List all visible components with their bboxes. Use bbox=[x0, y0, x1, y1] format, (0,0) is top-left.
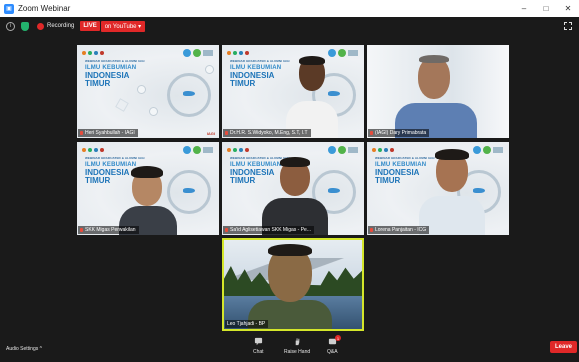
map-icon bbox=[183, 91, 195, 96]
banner-line-3: TIMUR bbox=[230, 176, 256, 185]
participant-nameplate: Dr.H.R. S.Widyoko, M.Eng, S.T, I.T bbox=[223, 129, 311, 137]
muted-mic-icon bbox=[370, 131, 373, 135]
logo-dots bbox=[227, 148, 249, 152]
map-icon bbox=[183, 188, 195, 193]
audio-settings-label: Audio Settings ^ bbox=[6, 346, 42, 352]
raise-hand-button[interactable]: Raise Hand bbox=[284, 337, 310, 355]
participant-nameplate: Lorena Panjaitan - ICG bbox=[368, 226, 430, 234]
partner-logo-icon bbox=[493, 147, 503, 153]
participant-nameplate: SKK Migas Perwakilan bbox=[78, 226, 139, 234]
participant-name: Lorena Panjaitan - ICG bbox=[375, 227, 427, 233]
active-speaker-tile[interactable]: Leo Tjahjadi - BP bbox=[222, 238, 364, 331]
partner-logo-icon bbox=[193, 146, 201, 154]
partner-logo-icon bbox=[193, 49, 201, 57]
muted-mic-icon bbox=[370, 228, 373, 232]
video-grid: WEBINAR GRADUATED & ALUMNI IAGI ILMU KEB… bbox=[0, 0, 579, 362]
partner-logo-icon bbox=[203, 50, 213, 56]
muted-mic-icon bbox=[225, 228, 228, 232]
banner-line-3: TIMUR bbox=[375, 176, 401, 185]
participant-video bbox=[282, 53, 342, 138]
banner-line-3: TIMUR bbox=[85, 79, 111, 88]
participant-name: Sa'id Aglisetiawan SKK Migas - Pe... bbox=[230, 227, 311, 233]
banner-line-3: TIMUR bbox=[230, 79, 256, 88]
logo-dots bbox=[227, 51, 249, 55]
participant-name: Heri Syahbullah - IAGI bbox=[85, 130, 135, 136]
qa-button[interactable]: 1 Q&A bbox=[327, 335, 341, 355]
participant-video bbox=[417, 146, 487, 235]
banner-header: WEBINAR GRADUATED & ALUMNI IAGI bbox=[85, 59, 145, 63]
logo-dots bbox=[82, 51, 104, 55]
participant-name: Dr.H.R. S.Widyoko, M.Eng, S.T, I.T bbox=[230, 130, 308, 136]
meeting-toolbar: Audio Settings ^ Chat Raise Hand 1 Q&A L… bbox=[0, 334, 579, 362]
network-node bbox=[205, 65, 214, 74]
partner-logo-icon bbox=[183, 49, 191, 57]
participant-name: SKK Migas Perwakilan bbox=[85, 227, 136, 233]
participant-nameplate: Sa'id Aglisetiawan SKK Migas - Pe... bbox=[223, 226, 314, 234]
participant-nameplate: Leo Tjahjadi - BP bbox=[225, 320, 269, 328]
participant-name: (IAGI) Dary Primabrata bbox=[375, 130, 427, 136]
webinar-banner: WEBINAR GRADUATED & ALUMNI IAGI ILMU KEB… bbox=[77, 45, 219, 138]
video-tile[interactable]: WEBINAR GRADUATED & ALUMNI IAGI ILMU KEB… bbox=[77, 45, 219, 138]
participant-nameplate: (IAGI) Dary Primabrata bbox=[368, 129, 430, 137]
participant-video bbox=[260, 152, 330, 235]
qa-count-badge: 1 bbox=[335, 335, 341, 341]
muted-mic-icon bbox=[80, 131, 83, 135]
partner-logo-icon bbox=[203, 147, 213, 153]
network-node bbox=[149, 107, 158, 116]
partner-logo-icon bbox=[348, 50, 358, 56]
banner-corner-label: IAGI bbox=[206, 131, 215, 136]
logo-dots bbox=[82, 148, 104, 152]
network-node bbox=[137, 85, 146, 94]
participant-video bbox=[242, 242, 338, 329]
muted-mic-icon bbox=[80, 228, 83, 232]
video-tile[interactable]: (IAGI) Dary Primabrata bbox=[367, 45, 509, 138]
participant-name: Leo Tjahjadi - BP bbox=[227, 321, 266, 327]
partner-logo-icon bbox=[183, 146, 191, 154]
video-tile[interactable]: WEBINAR GRADUATED & ALUMNI IAGI ILMU KEB… bbox=[222, 142, 364, 235]
participant-nameplate: Heri Syahbullah - IAGI bbox=[78, 129, 138, 137]
video-tile[interactable]: WEBINAR GRADUATED & ALUMNI IAGI ILMU KEB… bbox=[222, 45, 364, 138]
chat-label: Chat bbox=[253, 349, 264, 355]
logo-dots bbox=[372, 148, 394, 152]
qa-label: Q&A bbox=[327, 349, 338, 355]
audio-settings-button[interactable]: Audio Settings ^ bbox=[6, 346, 42, 352]
hand-icon bbox=[295, 338, 299, 346]
partner-logo-icon bbox=[338, 146, 346, 154]
leave-button[interactable]: Leave bbox=[549, 341, 577, 353]
participant-video bbox=[117, 160, 179, 235]
raise-hand-label: Raise Hand bbox=[284, 349, 311, 355]
video-tile[interactable]: WEBINAR GRADUATED & ALUMNI IAGI ILMU KEB… bbox=[367, 142, 509, 235]
chat-icon bbox=[254, 337, 262, 346]
chat-button[interactable]: Chat bbox=[253, 337, 264, 355]
banner-header: WEBINAR GRADUATED & ALUMNI IAGI bbox=[230, 59, 290, 63]
banner-line-3: TIMUR bbox=[85, 176, 111, 185]
hexagon-decor bbox=[115, 98, 129, 112]
partner-logo-icon bbox=[348, 147, 358, 153]
participant-video bbox=[385, 53, 485, 138]
video-tile[interactable]: WEBINAR GRADUATED & ALUMNI IAGI ILMU KEB… bbox=[77, 142, 219, 235]
muted-mic-icon bbox=[225, 131, 228, 135]
